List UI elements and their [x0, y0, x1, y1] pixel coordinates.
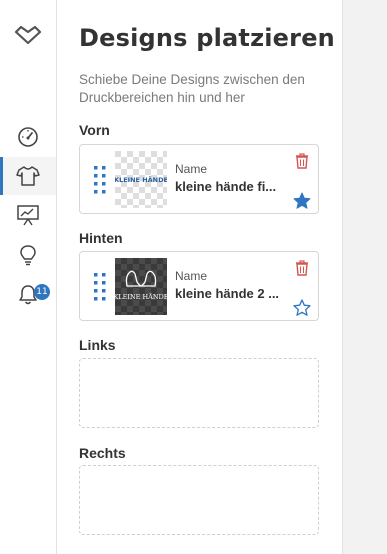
tshirt-icon	[16, 165, 40, 187]
design-name-label: Name	[175, 269, 208, 283]
nav-item-presentation[interactable]	[0, 196, 56, 234]
star-outline-icon[interactable]	[293, 299, 311, 322]
nav-item-ideas[interactable]	[0, 236, 56, 274]
design-name-label: Name	[175, 162, 208, 176]
dropzone-left[interactable]	[79, 358, 319, 428]
design-name-value: kleine hände 2 ...	[175, 286, 280, 301]
page-title: Designs platzieren	[79, 24, 335, 52]
design-card-back[interactable]: KLEINE HÄNDE Name kleine hände 2 ...	[79, 251, 319, 321]
logo-icon[interactable]	[14, 24, 42, 46]
svg-text:KLEINE HÄNDE: KLEINE HÄNDE	[115, 175, 167, 184]
canvas-area	[343, 0, 387, 554]
section-label-back: Hinten	[79, 230, 123, 246]
dropzone-right[interactable]	[79, 465, 319, 535]
lightbulb-icon	[18, 244, 38, 266]
nav-item-products[interactable]	[0, 157, 56, 195]
design-card-front[interactable]: KLEINE HÄNDE Name kleine hände fi...	[79, 144, 319, 214]
design-name-value: kleine hände fi...	[175, 179, 277, 194]
trash-icon[interactable]	[295, 153, 309, 174]
drag-handle-icon[interactable]	[93, 165, 107, 195]
star-filled-icon[interactable]	[293, 192, 311, 215]
presentation-board-icon	[16, 203, 40, 227]
section-label-front: Vorn	[79, 122, 110, 138]
page-subtitle: Schiebe Deine Designs zwischen den Druck…	[79, 72, 305, 105]
nav-item-notifications[interactable]: 11	[0, 276, 56, 314]
design-placement-panel: Designs platzieren Schiebe Deine Designs…	[57, 0, 343, 554]
svg-text:KLEINE HÄNDE: KLEINE HÄNDE	[115, 292, 167, 301]
design-thumbnail: KLEINE HÄNDE	[115, 258, 167, 315]
nav-item-dashboard[interactable]	[0, 118, 56, 156]
trash-icon[interactable]	[295, 260, 309, 281]
gauge-icon	[17, 126, 39, 148]
notification-count-badge: 11	[34, 284, 50, 300]
design-thumbnail: KLEINE HÄNDE	[115, 151, 167, 208]
sidebar-nav: 11	[0, 0, 57, 554]
section-label-right: Rechts	[79, 445, 126, 461]
drag-handle-icon[interactable]	[93, 272, 107, 302]
section-label-left: Links	[79, 337, 116, 353]
